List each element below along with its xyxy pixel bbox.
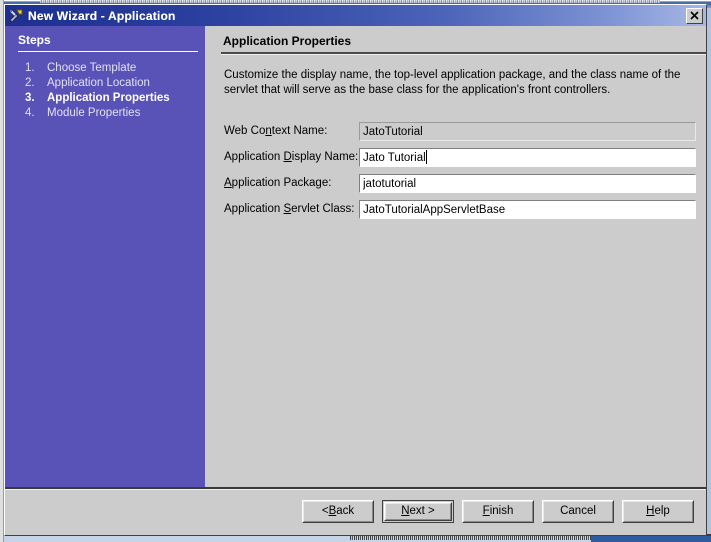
taskbar-tray (591, 536, 711, 542)
step-number: 3. (25, 92, 35, 104)
close-icon (687, 9, 702, 23)
steps-list: 1. Choose Template 2. Application Locati… (5, 62, 205, 122)
page-title-rule (221, 52, 706, 55)
web-context-name-input[interactable] (359, 122, 696, 141)
help-button-label: Help (646, 504, 670, 517)
step-label: Choose Template (47, 62, 137, 74)
steps-heading-rule (18, 51, 198, 52)
application-display-name-wrap (359, 148, 696, 167)
dialog-body: Steps 1. Choose Template 2. Application … (5, 26, 706, 535)
back-button-label: < Back (321, 504, 355, 517)
page-description: Customize the display name, the top-leve… (224, 69, 681, 96)
help-button[interactable]: Help (622, 500, 694, 523)
dialog-footer: < Back Next > Finish Cancel Help (5, 490, 706, 535)
next-button[interactable]: Next > (382, 500, 454, 523)
application-display-name-input[interactable] (359, 148, 696, 167)
application-package-input[interactable] (359, 174, 696, 193)
step-item-1: 1. Choose Template (5, 62, 205, 77)
tools-icon (8, 8, 24, 24)
step-number: 4. (25, 107, 35, 119)
web-context-name-label: Web Context Name: (224, 125, 328, 137)
page-title: Application Properties (223, 34, 352, 48)
field-row-application-display-name: Application Display Name: (224, 148, 699, 174)
field-row-web-context-name: Web Context Name: (224, 122, 699, 148)
window-title: New Wizard - Application (28, 8, 176, 23)
cancel-button-label: Cancel (560, 504, 596, 517)
button-row: < Back Next > Finish Cancel Help (302, 500, 694, 523)
wizard-dialog: New Wizard - Application Steps 1. Choose… (4, 4, 707, 536)
field-row-application-package: Application Package: (224, 174, 699, 200)
field-row-application-servlet-class: Application Servlet Class: (224, 200, 699, 226)
steps-heading: Steps (18, 33, 51, 47)
finish-button[interactable]: Finish (462, 500, 534, 523)
steps-sidebar: Steps 1. Choose Template 2. Application … (5, 26, 205, 487)
background-window-titletext (40, 0, 660, 3)
content-panel: Application Properties Customize the dis… (209, 26, 706, 487)
cancel-button[interactable]: Cancel (542, 500, 614, 523)
finish-button-label: Finish (482, 504, 514, 517)
step-item-3-current: 3. Application Properties (5, 92, 205, 107)
step-item-2: 2. Application Location (5, 77, 205, 92)
application-servlet-class-input[interactable] (359, 200, 696, 219)
next-button-label: Next > (401, 504, 435, 517)
title-bar[interactable]: New Wizard - Application (5, 5, 706, 26)
application-package-label: Application Package: (224, 177, 332, 189)
step-number: 1. (25, 62, 35, 74)
step-label: Application Properties (47, 92, 170, 104)
back-button[interactable]: < Back (302, 500, 374, 523)
step-item-4: 4. Module Properties (5, 107, 205, 122)
application-servlet-class-label: Application Servlet Class: (224, 203, 355, 215)
step-number: 2. (25, 77, 35, 89)
step-label: Module Properties (47, 107, 141, 119)
step-label: Application Location (47, 77, 150, 89)
application-display-name-label: Application Display Name: (224, 151, 359, 163)
properties-form: Web Context Name: Application Display Na… (224, 122, 699, 226)
text-caret (425, 150, 427, 164)
close-button[interactable] (686, 7, 703, 24)
